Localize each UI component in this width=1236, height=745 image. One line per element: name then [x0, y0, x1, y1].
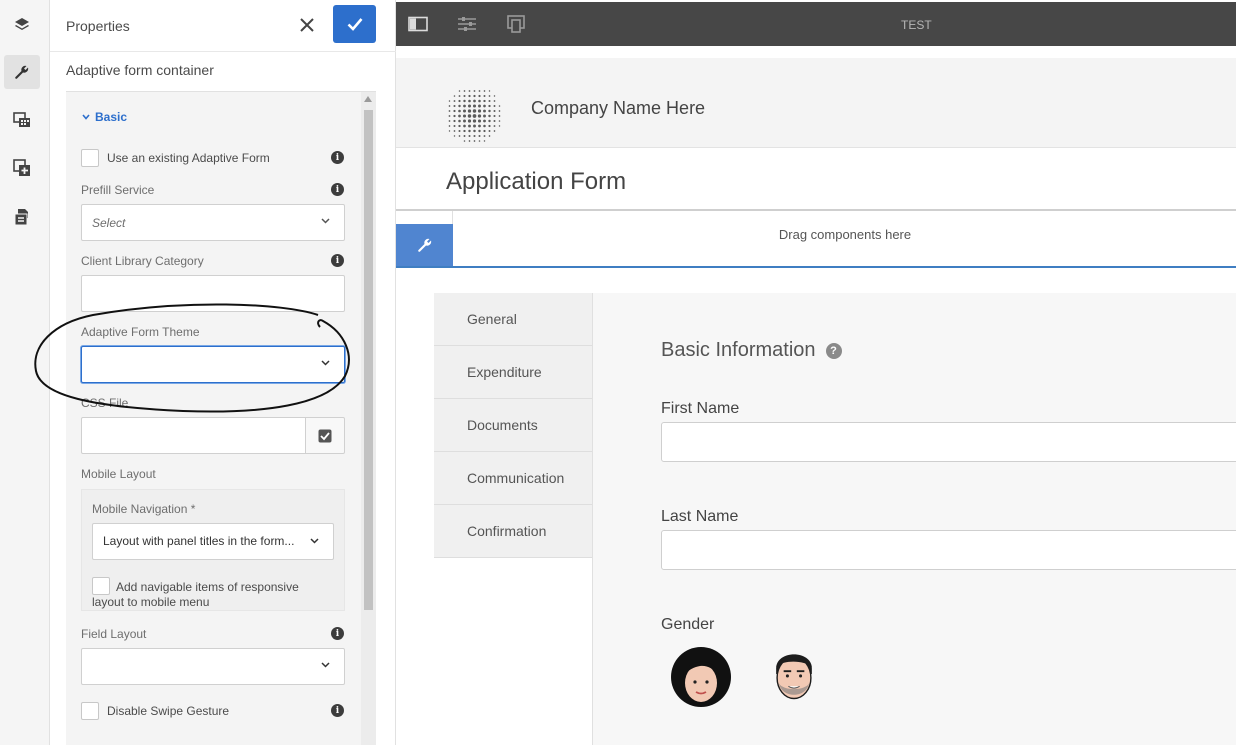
last-name-input[interactable] [661, 530, 1236, 570]
scroll-thumb[interactable] [364, 110, 373, 610]
properties-form: Basic Use an existing Adaptive Form i Pr… [66, 92, 361, 745]
info-icon[interactable]: i [331, 254, 344, 267]
content-tree-icon[interactable] [4, 200, 40, 234]
checkbox-label: Disable Swipe Gesture [107, 704, 230, 718]
scroll-up-arrow[interactable] [364, 96, 372, 102]
select-value: Layout with panel titles in the form... [103, 534, 295, 548]
first-name-input[interactable] [661, 422, 1236, 462]
client-library-input[interactable] [81, 275, 345, 312]
section-basic[interactable]: Basic [82, 110, 127, 124]
male-avatar-icon[interactable] [763, 644, 825, 706]
drop-zone-text: Drag components here [778, 227, 912, 242]
form-nav: General Expenditure Documents Communicat… [434, 293, 592, 745]
nav-item-communication[interactable]: Communication [434, 452, 592, 505]
drop-zone[interactable]: Drag components here [452, 211, 1236, 258]
checkbox[interactable] [81, 149, 99, 167]
checkbox-label: Use an existing Adaptive Form [107, 151, 270, 165]
prefill-service-label: Prefill Service [81, 183, 155, 197]
add-component-icon[interactable] [4, 151, 40, 185]
assets-icon[interactable] [4, 103, 40, 137]
info-icon[interactable]: i [331, 627, 344, 640]
checkbox[interactable] [81, 702, 99, 720]
section-title: Basic Information ? [661, 339, 842, 362]
nav-item-expenditure[interactable]: Expenditure [434, 346, 592, 399]
mobile-nav-label: Mobile Navigation * [92, 502, 196, 516]
nav-item-documents[interactable]: Documents [434, 399, 592, 452]
canvas-toolbar: TEST [396, 2, 1236, 46]
emulator-icon[interactable] [505, 14, 527, 34]
female-avatar-icon[interactable] [670, 646, 732, 708]
mobile-nav-select[interactable]: Layout with panel titles in the form... [92, 523, 334, 560]
info-icon[interactable]: i [331, 704, 344, 717]
close-button[interactable] [296, 14, 318, 36]
editor-canvas: TEST Company Name Here Application Form … [396, 0, 1236, 745]
panel-title: Properties [66, 18, 130, 34]
wrench-icon[interactable] [4, 55, 40, 89]
close-icon [300, 18, 314, 32]
page-title: TEST [901, 18, 932, 32]
client-library-label: Client Library Category [81, 254, 204, 268]
first-name-label: First Name [661, 400, 740, 417]
company-name: Company Name Here [531, 98, 706, 118]
theme-select[interactable] [81, 346, 345, 383]
section-label: Basic [95, 110, 128, 124]
field-layout-select[interactable] [81, 648, 345, 685]
chevron-down-icon [82, 114, 90, 120]
checkmark-icon [347, 18, 362, 31]
done-button[interactable] [333, 5, 376, 43]
section-title-text: Basic Information [661, 339, 816, 361]
add-navigable-checkbox[interactable]: Add navigable items of responsive layout… [92, 577, 332, 610]
properties-sliders-icon[interactable] [456, 14, 478, 34]
properties-panel: Properties Adaptive form container Basic… [50, 0, 396, 745]
mobile-layout-group: Mobile Navigation * Layout with panel ti… [81, 489, 345, 611]
component-name: Adaptive form container [66, 62, 214, 78]
help-icon[interactable]: ? [825, 342, 842, 359]
checkbox[interactable] [92, 577, 110, 595]
panel-header: Properties [50, 0, 396, 52]
checkbox-icon [318, 429, 332, 442]
side-rail [0, 0, 50, 745]
form-header: Company Name Here [396, 58, 1236, 148]
select-placeholder: Select [92, 215, 126, 230]
nav-item-confirmation[interactable]: Confirmation [434, 505, 592, 558]
disable-swipe-checkbox[interactable]: Disable Swipe Gesture [81, 702, 229, 720]
form-panel: Basic Information ? First Name Last Name… [592, 293, 1236, 745]
chevron-down-icon [321, 662, 330, 668]
checkbox-label: Add navigable items of responsive layout… [92, 580, 299, 609]
info-icon[interactable]: i [331, 183, 344, 196]
selection-line [396, 266, 1236, 268]
form-title: Application Form [446, 168, 627, 195]
company-logo [448, 90, 501, 142]
last-name-label: Last Name [661, 508, 739, 525]
theme-label: Adaptive Form Theme [81, 325, 200, 339]
toggle-panel-icon[interactable] [407, 14, 429, 34]
prefill-service-select[interactable]: Select [81, 204, 345, 241]
chevron-down-icon [310, 538, 319, 544]
mobile-layout-label: Mobile Layout [81, 467, 156, 481]
nav-item-general[interactable]: General [434, 293, 592, 346]
chevron-down-icon [321, 360, 330, 366]
css-file-label: CSS File [81, 396, 129, 410]
component-toolbar-button[interactable] [396, 224, 453, 266]
wrench-icon [417, 238, 431, 252]
layers-icon[interactable] [4, 8, 40, 42]
css-browse-button[interactable] [305, 417, 345, 454]
chevron-down-icon [321, 218, 330, 224]
panel-scrollbar[interactable] [361, 92, 376, 745]
gender-label: Gender [661, 616, 715, 633]
css-file-input[interactable] [81, 417, 306, 454]
field-layout-label: Field Layout [81, 627, 147, 641]
use-existing-form-checkbox[interactable]: Use an existing Adaptive Form [81, 149, 270, 167]
info-icon[interactable]: i [331, 151, 344, 164]
